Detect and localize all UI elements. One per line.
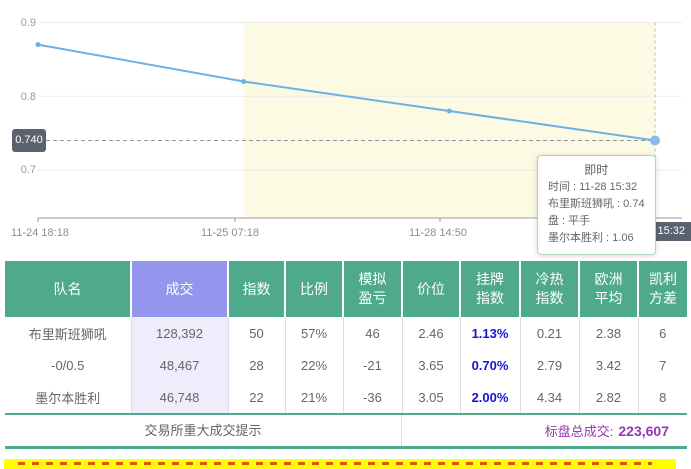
price-cell: 3.05 [402, 381, 460, 413]
total-volume: 标盘总成交: 223,607 [402, 421, 687, 440]
odds-table-section: 队名 成交 指数 比例 模拟 盈亏 价位 挂牌 指数 冷热 指数 欧洲 平均 凯… [5, 261, 687, 449]
tooltip-home-odds: 布里斯班狮吼 : 0.74 [548, 196, 645, 213]
y-axis-tick: 0.7 [0, 163, 36, 177]
header-hot-index: 冷热 指数 [520, 261, 579, 317]
alert-banner [4, 459, 676, 469]
team-name: 墨尔本胜利 [5, 381, 131, 413]
table-header-row: 队名 成交 指数 比例 模拟 盈亏 价位 挂牌 指数 冷热 指数 欧洲 平均 凯… [5, 261, 687, 317]
volume-cell: 46,748 [131, 381, 228, 413]
table-row-draw: -0/0.5 48,467 28 22% -21 3.65 0.70% 2.79… [5, 349, 687, 381]
kelly-var-cell: 6 [638, 317, 687, 349]
euro-avg-cell: 2.38 [579, 317, 638, 349]
kelly-var-cell: 7 [638, 349, 687, 381]
header-index: 指数 [228, 261, 285, 317]
clipped-red-text [18, 462, 652, 465]
handicap-name: -0/0.5 [5, 349, 131, 381]
kelly-var-cell: 8 [638, 381, 687, 413]
listed-index-link[interactable]: 1.13% [460, 317, 520, 349]
x-axis-tick: 11-24 18:18 [0, 227, 80, 239]
listed-index-link[interactable]: 0.70% [460, 349, 520, 381]
odds-table: 队名 成交 指数 比例 模拟 盈亏 价位 挂牌 指数 冷热 指数 欧洲 平均 凯… [5, 261, 687, 413]
index-cell: 50 [228, 317, 285, 349]
header-ratio: 比例 [285, 261, 343, 317]
ratio-cell: 22% [285, 349, 343, 381]
header-euro-avg: 欧洲 平均 [579, 261, 638, 317]
sim-pl-cell: 46 [343, 317, 402, 349]
total-volume-value: 223,607 [618, 423, 669, 439]
price-cell: 3.65 [402, 349, 460, 381]
sim-pl-cell: -36 [343, 381, 402, 413]
x-axis-tick: 11-28 14:50 [398, 227, 478, 239]
tooltip-title: 即时 [548, 162, 645, 179]
header-sim-pl: 模拟 盈亏 [343, 261, 402, 317]
index-cell: 28 [228, 349, 285, 381]
index-cell: 22 [228, 381, 285, 413]
hot-index-cell: 4.34 [520, 381, 579, 413]
table-row-home: 布里斯班狮吼 128,392 50 57% 46 2.46 1.13% 0.21… [5, 317, 687, 349]
euro-avg-cell: 2.82 [579, 381, 638, 413]
y-axis-tick: 0.9 [0, 16, 36, 30]
team-name: 布里斯班狮吼 [5, 317, 131, 349]
hot-index-cell: 2.79 [520, 349, 579, 381]
y-axis-tick: 0.8 [0, 90, 36, 104]
listed-index-link[interactable]: 2.00% [460, 381, 520, 413]
current-odds-badge: 0.740 [12, 129, 46, 152]
header-volume: 成交 [131, 261, 228, 317]
tooltip-time: 时间 : 11-28 15:32 [548, 179, 645, 196]
header-price: 价位 [402, 261, 460, 317]
table-row-away: 墨尔本胜利 46,748 22 21% -36 3.05 2.00% 4.34 … [5, 381, 687, 413]
major-volume-notice-link[interactable]: 交易所重大成交提示 [5, 415, 402, 446]
price-cell: 2.46 [402, 317, 460, 349]
sim-pl-cell: -21 [343, 349, 402, 381]
table-footer: 交易所重大成交提示 标盘总成交: 223,607 [5, 413, 687, 449]
tooltip-handicap: 盘 : 平手 [548, 213, 645, 230]
header-kelly-var: 凯利 方差 [638, 261, 687, 317]
ratio-cell: 21% [285, 381, 343, 413]
euro-avg-cell: 3.42 [579, 349, 638, 381]
tooltip-away-odds: 墨尔本胜利 : 1.06 [548, 230, 645, 247]
ratio-cell: 57% [285, 317, 343, 349]
volume-cell: 128,392 [131, 317, 228, 349]
header-team: 队名 [5, 261, 131, 317]
chart-tooltip: 即时 时间 : 11-28 15:32 布里斯班狮吼 : 0.74 盘 : 平手… [537, 155, 656, 255]
odds-trend-chart: 0.9 0.8 0.7 0.740 11-24 18:18 11-25 07:1… [0, 0, 691, 252]
hot-index-cell: 0.21 [520, 317, 579, 349]
x-axis-tick: 11-25 07:18 [190, 227, 270, 239]
header-listed-index: 挂牌 指数 [460, 261, 520, 317]
volume-cell: 48,467 [131, 349, 228, 381]
total-volume-label: 标盘总成交: [545, 424, 614, 439]
